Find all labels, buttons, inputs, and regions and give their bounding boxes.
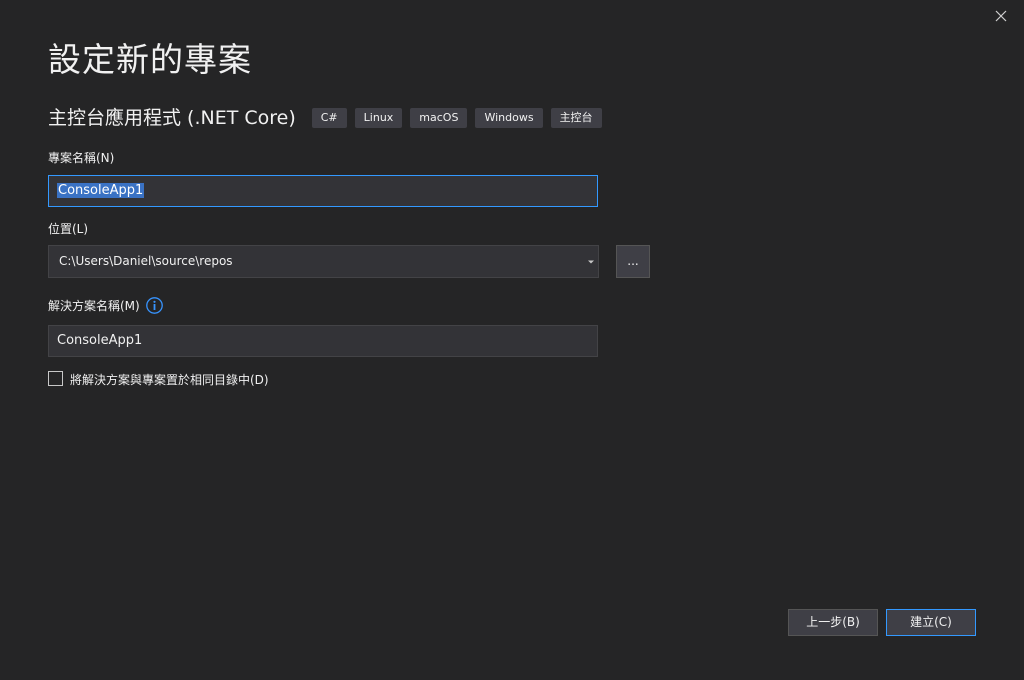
page-title: 設定新的專案 — [48, 40, 252, 79]
back-button[interactable]: 上一步(B) — [788, 609, 878, 636]
tag-platform-linux: Linux — [354, 108, 403, 128]
solution-name-input[interactable]: ConsoleApp1 — [48, 325, 598, 357]
tag-language: C# — [311, 108, 347, 128]
template-header: 主控台應用程式 (.NET Core) C# Linux macOS Windo… — [48, 104, 610, 132]
same-directory-checkbox[interactable] — [48, 371, 63, 386]
close-icon — [995, 10, 1007, 22]
project-name-value: ConsoleApp1 — [57, 183, 145, 198]
chevron-down-icon[interactable] — [588, 259, 594, 265]
tag-platform-macos: macOS — [410, 108, 468, 128]
tag-project-type: 主控台 — [550, 108, 602, 128]
location-value: C:\Users\Daniel\source\repos — [59, 254, 233, 268]
info-icon[interactable] — [146, 297, 163, 314]
create-button[interactable]: 建立(C) — [886, 609, 976, 636]
tag-platform-windows: Windows — [475, 108, 543, 128]
close-button[interactable] — [990, 5, 1012, 27]
location-label: 位置(L) — [48, 222, 89, 236]
location-combobox[interactable]: C:\Users\Daniel\source\repos — [48, 245, 599, 278]
browse-location-button[interactable]: ... — [616, 245, 650, 278]
configure-project-dialog: 設定新的專案 主控台應用程式 (.NET Core) C# Linux macO… — [0, 0, 1024, 680]
project-name-label: 專案名稱(N) — [48, 151, 115, 165]
template-name: 主控台應用程式 (.NET Core) — [48, 107, 296, 129]
project-name-input[interactable]: ConsoleApp1 — [48, 175, 598, 207]
solution-name-value: ConsoleApp1 — [57, 333, 143, 348]
same-directory-label[interactable]: 將解決方案與專案置於相同目錄中(D) — [70, 372, 269, 388]
solution-name-label: 解決方案名稱(M) — [48, 299, 140, 313]
